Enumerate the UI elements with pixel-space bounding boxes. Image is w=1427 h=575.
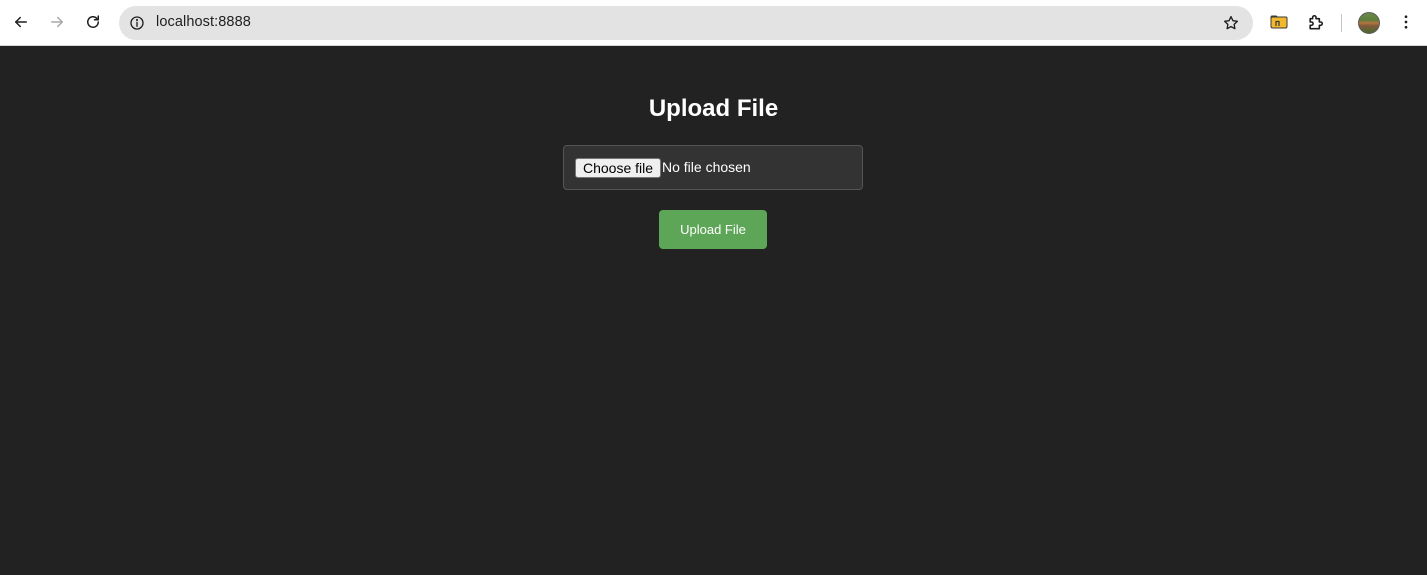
star-icon: [1223, 15, 1239, 30]
file-status-text: No file chosen: [662, 159, 751, 175]
upload-file-button[interactable]: Upload File: [659, 210, 767, 249]
info-icon: [130, 16, 144, 30]
arrow-left-icon: [15, 16, 27, 28]
puzzle-icon: [1309, 15, 1323, 30]
extensions-button[interactable]: [1302, 8, 1330, 36]
profile-avatar[interactable]: [1358, 12, 1380, 34]
toolbar-divider: [1341, 14, 1342, 32]
address-bar[interactable]: localhost:8888: [119, 6, 1253, 40]
url-text[interactable]: localhost:8888: [156, 14, 251, 30]
choose-file-button[interactable]: Choose file: [575, 158, 662, 178]
site-info-button[interactable]: [125, 11, 149, 35]
bookmark-button[interactable]: [1221, 13, 1241, 33]
file-input[interactable]: Choose file No file chosen: [563, 145, 863, 190]
reload-button[interactable]: [78, 7, 108, 37]
reload-icon: [87, 15, 99, 28]
folder-icon: [1270, 15, 1288, 29]
arrow-right-icon: [51, 16, 63, 28]
page-title: Upload File: [648, 95, 779, 122]
extension-folder-button[interactable]: [1265, 8, 1293, 36]
browser-menu-button[interactable]: [1391, 7, 1421, 37]
back-button[interactable]: [6, 7, 36, 37]
browser-toolbar: localhost:8888: [0, 0, 1427, 46]
page-content: Upload File Choose file No file chosen U…: [0, 47, 1427, 575]
kebab-menu-icon: [1404, 15, 1408, 29]
forward-button[interactable]: [42, 7, 72, 37]
